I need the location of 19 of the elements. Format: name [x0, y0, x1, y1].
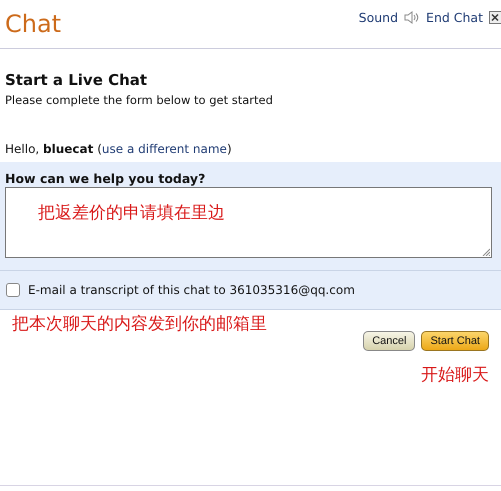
annotation-text: 把本次聊天的内容发到你的邮箱里 [11, 313, 268, 335]
question-label: How can we help you today? [5, 171, 206, 186]
speaker-icon[interactable] [404, 10, 420, 24]
close-icon[interactable] [489, 10, 501, 24]
form-heading: Start a Live Chat [5, 71, 148, 89]
page-title: Chat [5, 10, 62, 38]
start-chat-button[interactable]: Start Chat [421, 331, 489, 351]
greeting-text: Hello, bluecat (use a different name) [4, 141, 233, 158]
message-field[interactable]: 把返差价的申请填在里边 [5, 187, 492, 258]
cancel-button[interactable]: Cancel [363, 331, 416, 351]
annotation-text: 开始聊天 [420, 364, 490, 386]
resize-grip-icon[interactable] [482, 248, 490, 256]
change-name-link[interactable]: use a different name [102, 142, 227, 156]
transcript-checkbox[interactable] [6, 283, 20, 297]
annotation-text: 把返差价的申请填在里边 [38, 202, 225, 224]
transcript-label: E-mail a transcript of this chat to 361035316@qq.com [28, 283, 355, 297]
sound-link[interactable]: Sound [358, 10, 398, 24]
form-subtitle: Please complete the form below to get started [5, 93, 274, 107]
end-chat-link[interactable]: End Chat [426, 10, 483, 24]
